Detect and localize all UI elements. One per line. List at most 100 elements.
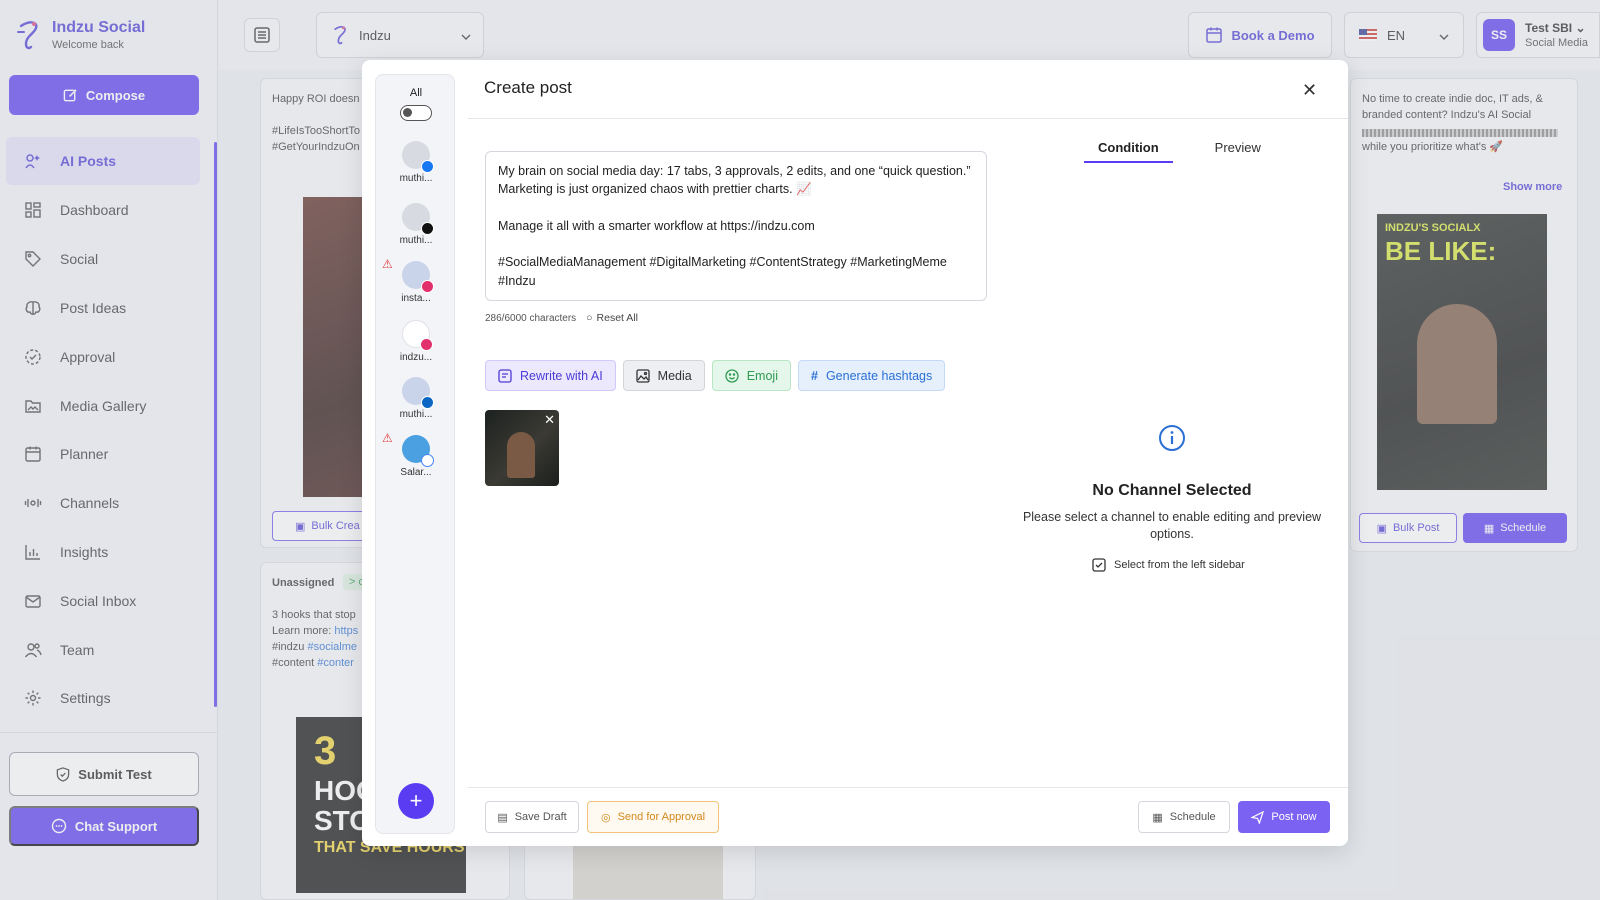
rewrite-with-ai-button[interactable]: Rewrite with AI <box>485 360 616 391</box>
sidebar-item-approval[interactable]: Approval <box>6 332 200 381</box>
sidebar-item-insights[interactable]: Insights <box>6 528 200 577</box>
workspace-name: Indzu <box>359 27 391 43</box>
shield-icon <box>57 766 70 782</box>
tab-condition[interactable]: Condition <box>1084 140 1173 163</box>
schedule-label: Schedule <box>1169 811 1216 823</box>
sidebar-item-label: Social Inbox <box>60 592 137 609</box>
post-now-button[interactable]: Post now <box>1238 801 1330 833</box>
submit-test-button[interactable]: Submit Test <box>9 752 199 796</box>
reset-all-button[interactable]: ○ Reset All <box>586 312 638 324</box>
sidebar-item-post-ideas[interactable]: Post Ideas <box>6 284 200 333</box>
sidebar-item-label: Social <box>60 251 99 268</box>
channel-label: muthi... <box>399 409 433 420</box>
sidebar-item-dashboard[interactable]: Dashboard <box>6 186 200 235</box>
sidebar-item-ai-posts[interactable]: AI Posts <box>6 137 200 185</box>
emoji-button[interactable]: Emoji <box>711 360 791 391</box>
brain-icon <box>24 299 42 317</box>
book-demo-button[interactable]: Book a Demo <box>1188 12 1332 58</box>
avatar <box>402 435 434 467</box>
menu-toggle-button[interactable] <box>244 18 280 52</box>
avatar <box>402 377 434 409</box>
ai-edit-icon <box>498 368 512 383</box>
post-card-link[interactable]: #socialme <box>307 641 357 653</box>
sidebar-item-label: Channels <box>60 495 120 512</box>
compose-button[interactable]: Compose <box>9 75 199 115</box>
channel-item[interactable]: muthi... <box>376 203 456 246</box>
channel-item[interactable]: muthi... <box>376 377 456 420</box>
workspace-selector[interactable]: Indzu <box>316 12 484 58</box>
sidebar-item-social[interactable]: Social <box>6 235 200 284</box>
media-button[interactable]: Media <box>622 360 705 391</box>
sidebar-item-social-inbox[interactable]: Social Inbox <box>6 576 200 625</box>
post-card-link[interactable]: #conter <box>317 657 354 669</box>
chat-support-label: Chat Support <box>74 818 158 834</box>
user-menu[interactable]: SS Test SBI ⌄ Social Media <box>1476 12 1600 58</box>
schedule-button[interactable]: ▦ Schedule <box>1463 513 1567 543</box>
sidebar-scrollbar[interactable] <box>214 142 217 707</box>
sidebar-item-planner[interactable]: Planner <box>6 430 200 479</box>
sidebar-item-channels[interactable]: Channels <box>6 479 200 528</box>
schedule-label: Schedule <box>1500 522 1547 534</box>
channel-item[interactable]: indzu... <box>376 320 456 363</box>
hashtags-label: Generate hashtags <box>825 368 933 383</box>
send-for-approval-button[interactable]: ◎ Send for Approval <box>587 801 719 833</box>
sidebar-item-settings[interactable]: Settings <box>6 674 200 723</box>
bar-chart-icon <box>24 543 42 561</box>
calendar-icon: ▦ <box>1483 522 1495 535</box>
modal-divider <box>468 118 1348 119</box>
tab-preview[interactable]: Preview <box>1215 140 1261 163</box>
select-all-toggle[interactable] <box>400 105 432 121</box>
avatar <box>402 261 434 293</box>
channel-item[interactable]: muthi... <box>376 141 456 184</box>
sidebar-item-team[interactable]: Team <box>6 625 200 674</box>
dashboard-icon <box>24 201 42 219</box>
us-flag-icon <box>1359 29 1377 41</box>
save-draft-button[interactable]: ▤ Save Draft <box>485 801 579 833</box>
inbox-icon <box>24 592 42 610</box>
remove-media-icon[interactable]: ✕ <box>544 412 555 428</box>
channel-item[interactable]: insta... <box>376 261 456 304</box>
all-channels-label: All <box>409 87 423 99</box>
calendar-icon <box>24 445 42 463</box>
info-icon <box>1159 425 1185 451</box>
close-icon[interactable]: ✕ <box>1302 80 1317 101</box>
post-card-text: No time to create indie doc, IT ads, & b… <box>1362 93 1543 121</box>
sidebar-item-label: Approval <box>60 348 116 365</box>
generate-hashtags-button[interactable]: # Generate hashtags <box>797 360 946 391</box>
bulk-post-button[interactable]: ▣ Bulk Post <box>1359 513 1457 543</box>
sidebar-item-label: Settings <box>60 690 111 707</box>
post-card[interactable]: No time to create indie doc, IT ads, & b… <box>1350 78 1578 552</box>
chat-support-button[interactable]: Chat Support <box>9 806 199 846</box>
post-text-editor[interactable]: My brain on social media day: 17 tabs, 3… <box>485 151 987 301</box>
hashtag-icon: # <box>810 368 818 383</box>
channel-item[interactable]: Salar... <box>376 435 456 478</box>
indzu-logo-icon <box>17 21 38 50</box>
team-icon <box>24 641 42 659</box>
folder-image-icon <box>24 397 42 415</box>
reset-icon: ○ <box>586 312 593 324</box>
schedule-button[interactable]: ▦ Schedule <box>1138 801 1230 833</box>
poster-number: 3 <box>314 729 337 773</box>
reset-all-label: Reset All <box>596 312 638 324</box>
show-more-link[interactable]: Show more <box>1503 179 1562 195</box>
char-count: 286/6000 characters <box>485 312 577 324</box>
sidebar-item-label: Dashboard <box>60 202 129 219</box>
channel-selector: All muthi... muthi... ⚠ insta... indzu..… <box>375 74 455 834</box>
save-icon: ▤ <box>497 811 508 824</box>
blurred-text <box>1362 129 1558 137</box>
media-thumbnail[interactable]: ✕ <box>485 410 559 486</box>
send-icon <box>1251 810 1265 824</box>
brand[interactable]: Indzu Social Welcome back <box>12 18 145 52</box>
instagram-icon <box>421 280 434 293</box>
chevron-down-icon <box>1439 28 1449 43</box>
instagram-icon <box>420 338 433 351</box>
sidebar-item-label: Media Gallery <box>60 397 147 414</box>
add-channel-button[interactable]: + <box>398 783 434 819</box>
calendar-icon: ▦ <box>1152 811 1163 824</box>
sidebar-nav: AI Posts Dashboard Social Post Ideas App… <box>6 137 200 723</box>
sidebar-item-label: Planner <box>60 446 109 463</box>
post-card-link[interactable]: https <box>334 625 358 637</box>
sidebar-item-media-gallery[interactable]: Media Gallery <box>6 381 200 430</box>
submit-test-label: Submit Test <box>78 766 152 782</box>
language-selector[interactable]: EN <box>1344 12 1464 58</box>
